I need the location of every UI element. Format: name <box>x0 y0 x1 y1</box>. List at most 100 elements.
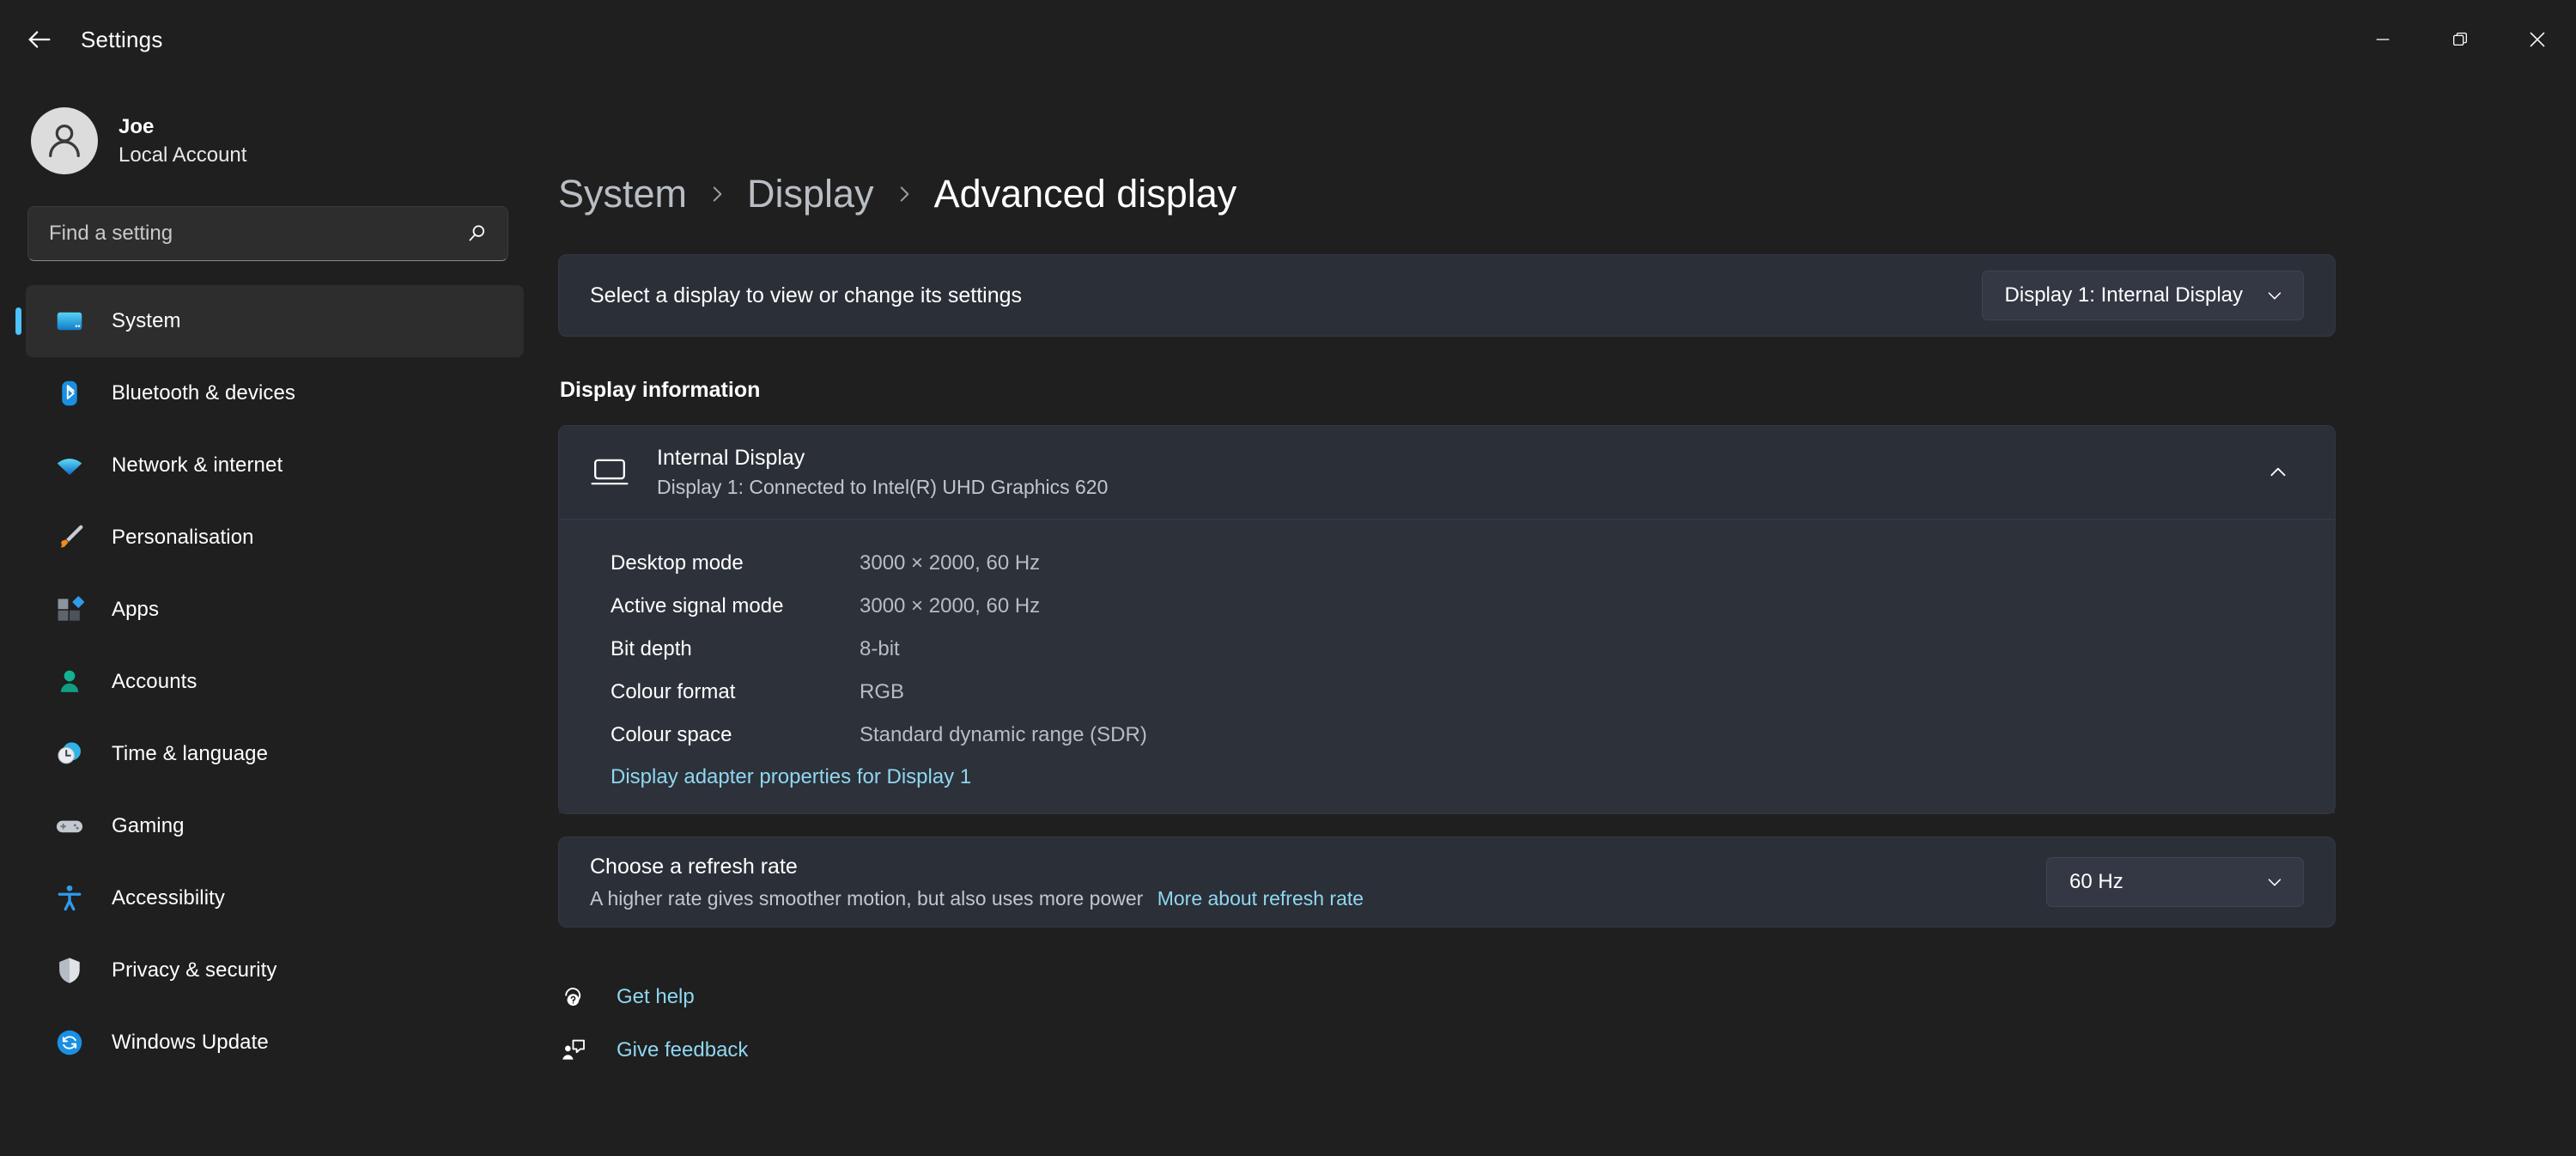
restore-button[interactable] <box>2421 0 2499 79</box>
sidebar-item-bluetooth-devices[interactable]: Bluetooth & devices <box>26 357 524 429</box>
minimize-button[interactable] <box>2344 0 2421 79</box>
give-feedback-label: Give feedback <box>617 1038 749 1062</box>
give-feedback-link[interactable]: Give feedback <box>560 1031 2336 1070</box>
sidebar-item-label: Privacy & security <box>112 958 277 982</box>
sidebar-item-label: Windows Update <box>112 1031 269 1054</box>
sidebar-item-windows-update[interactable]: Windows Update <box>26 1007 524 1079</box>
sidebar-item-time-language[interactable]: Time & language <box>26 718 524 790</box>
internal-display-card: Internal Display Display 1: Connected to… <box>558 425 2336 814</box>
spec-label: Desktop mode <box>611 551 744 575</box>
refresh-rate-card: Choose a refresh rate A higher rate give… <box>558 837 2336 928</box>
monitor-icon <box>590 455 635 490</box>
chevron-down-icon <box>2265 286 2284 305</box>
breadcrumb-system[interactable]: System <box>558 172 687 216</box>
window-controls <box>2344 0 2576 79</box>
back-button[interactable] <box>12 12 67 67</box>
sidebar-item-privacy-security[interactable]: Privacy & security <box>26 934 524 1007</box>
spec-row: Desktop mode 3000 × 2000, 60 Hz <box>611 542 2304 585</box>
clock-globe-icon <box>50 734 89 774</box>
breadcrumb: System Display Advanced display <box>558 168 2336 220</box>
breadcrumb-display[interactable]: Display <box>747 172 874 216</box>
internal-display-header[interactable]: Internal Display Display 1: Connected to… <box>559 426 2335 519</box>
refresh-rate-title: Choose a refresh rate <box>590 854 798 879</box>
spec-value: 3000 × 2000, 60 Hz <box>860 594 1041 618</box>
display-selector-card: Select a display to view or change its s… <box>558 254 2336 337</box>
gamepad-icon <box>50 806 89 846</box>
avatar <box>31 107 98 174</box>
sidebar-item-label: Bluetooth & devices <box>112 381 296 405</box>
sidebar-item-apps[interactable]: Apps <box>26 574 524 646</box>
refresh-rate-dropdown[interactable]: 60 Hz <box>2046 857 2304 907</box>
sidebar-item-label: Network & internet <box>112 453 283 477</box>
footer-links: Get help Give feedback <box>558 977 2336 1070</box>
sidebar-item-gaming[interactable]: Gaming <box>26 790 524 862</box>
more-about-refresh-rate-link[interactable]: More about refresh rate <box>1157 887 1364 910</box>
accounts-icon <box>50 662 89 702</box>
display-specs-list: Desktop mode 3000 × 2000, 60 Hz Active s… <box>559 519 2335 813</box>
chevron-down-icon <box>2265 873 2284 891</box>
get-help-link[interactable]: Get help <box>560 977 2336 1017</box>
sidebar: Joe Local Account Find a setting System … <box>0 79 550 1156</box>
bluetooth-icon <box>50 374 89 413</box>
apps-icon <box>50 590 89 630</box>
spec-value: 3000 × 2000, 60 Hz <box>860 551 1041 575</box>
app-title: Settings <box>81 26 163 52</box>
page-title: Advanced display <box>933 172 1237 216</box>
sidebar-nav: System Bluetooth & devices Network & int… <box>26 285 524 1079</box>
search-input[interactable] <box>49 222 465 246</box>
internal-display-subtitle: Display 1: Connected to Intel(R) UHD Gra… <box>657 476 1109 498</box>
chevron-right-icon <box>706 183 728 205</box>
network-icon <box>50 446 89 485</box>
sidebar-item-network-internet[interactable]: Network & internet <box>26 429 524 502</box>
display-selector-dropdown[interactable]: Display 1: Internal Display <box>1981 271 2304 320</box>
refresh-rate-description-text: A higher rate gives smoother motion, but… <box>590 886 1144 910</box>
spec-label: Colour space <box>611 723 732 746</box>
profile-name: Joe <box>118 114 155 138</box>
accessibility-icon <box>50 879 89 918</box>
spec-row: Colour space Standard dynamic range (SDR… <box>611 714 2304 757</box>
sidebar-item-label: Gaming <box>112 814 185 837</box>
spec-value: RGB <box>860 680 905 703</box>
spec-row: Active signal mode 3000 × 2000, 60 Hz <box>611 585 2304 628</box>
spec-row: Colour format RGB <box>611 671 2304 714</box>
internal-display-name: Internal Display <box>657 446 805 470</box>
refresh-rate-value: 60 Hz <box>2069 870 2123 893</box>
person-icon <box>49 125 80 157</box>
collapse-toggle-button[interactable] <box>2252 447 2304 498</box>
sidebar-item-personalisation[interactable]: Personalisation <box>26 502 524 574</box>
paintbrush-icon <box>50 518 89 557</box>
close-icon <box>2530 32 2545 47</box>
title-bar: Settings <box>0 0 2576 79</box>
spec-value: 8-bit <box>860 637 900 660</box>
sidebar-item-accessibility[interactable]: Accessibility <box>26 862 524 934</box>
profile-block[interactable]: Joe Local Account <box>31 94 524 187</box>
display-adapter-properties-link[interactable]: Display adapter properties for Display 1 <box>611 765 971 789</box>
feedback-icon <box>560 1037 598 1064</box>
sidebar-item-label: Personalisation <box>112 526 254 549</box>
sidebar-item-label: Apps <box>112 598 160 621</box>
spec-value: Standard dynamic range (SDR) <box>860 723 1147 746</box>
chevron-right-icon <box>893 183 915 205</box>
sidebar-item-label: Accounts <box>112 670 197 693</box>
sidebar-item-system[interactable]: System <box>26 285 524 357</box>
minimize-icon <box>2376 39 2390 40</box>
chevron-up-icon <box>2267 461 2289 484</box>
update-icon <box>50 1023 89 1062</box>
back-arrow-icon <box>28 31 51 48</box>
spec-label: Active signal mode <box>611 594 784 618</box>
restore-icon <box>2453 33 2467 46</box>
search-box[interactable] <box>27 206 508 261</box>
spec-label: Bit depth <box>611 637 692 660</box>
shield-icon <box>50 951 89 990</box>
display-information-heading: Display information <box>560 378 761 402</box>
sidebar-item-label: Accessibility <box>112 886 225 910</box>
app-shell: Joe Local Account Find a setting System … <box>0 79 2576 1156</box>
system-icon <box>50 301 89 341</box>
spec-row: Bit depth 8-bit <box>611 628 2304 671</box>
close-button[interactable] <box>2499 0 2576 79</box>
spec-label: Colour format <box>611 680 736 703</box>
sidebar-item-accounts[interactable]: Accounts <box>26 646 524 718</box>
content-area: System Display Advanced display Select a… <box>550 79 2576 1156</box>
display-selector-value: Display 1: Internal Display <box>2004 283 2243 307</box>
get-help-label: Get help <box>617 985 695 1008</box>
